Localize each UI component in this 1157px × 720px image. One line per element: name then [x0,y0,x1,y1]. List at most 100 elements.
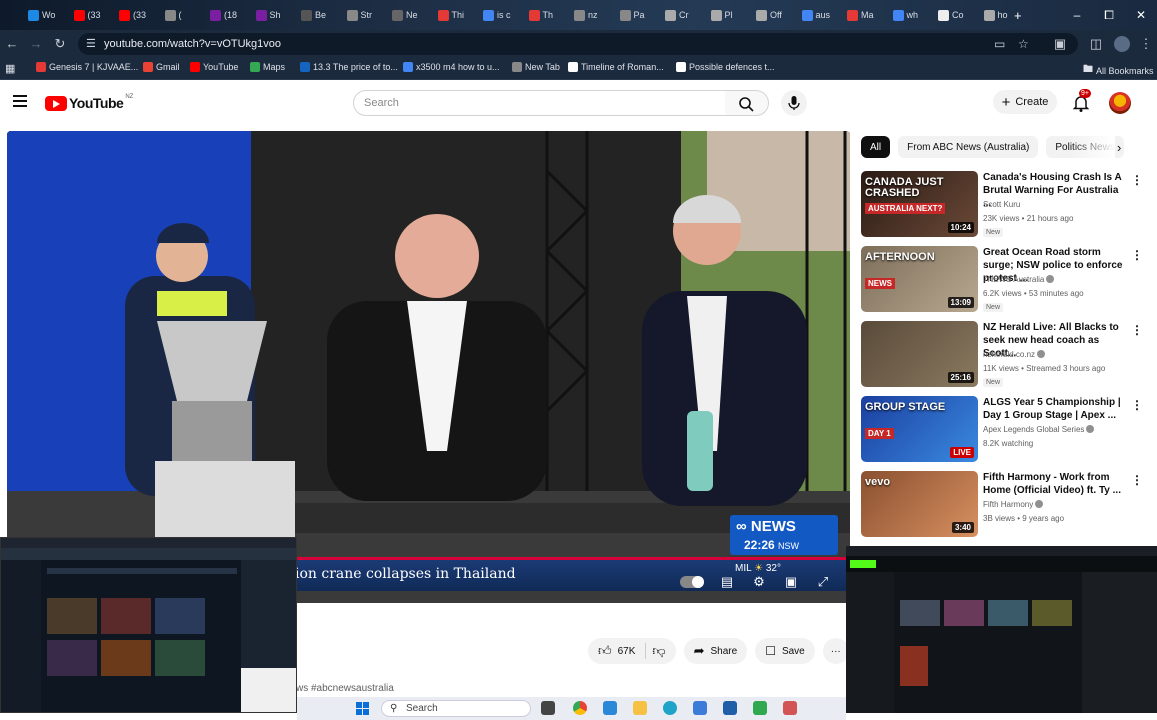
recommendation-title[interactable]: Fifth Harmony - Work from Home (Official… [983,471,1125,497]
settings-gear-icon[interactable]: ⚙ [750,575,768,589]
browser-tab[interactable]: aus [801,6,842,24]
app-icon-2[interactable] [693,701,707,715]
recommendation-item[interactable]: GROUP STAGE DAY 1 LIVE ALGS Year 5 Champion… [861,396,1149,464]
browser-tab[interactable]: Pa [619,6,660,24]
browser-tab[interactable]: Be [301,6,341,24]
browser-tab[interactable]: Sh [255,6,296,24]
create-button[interactable]: + Create [993,90,1057,114]
save-button[interactable]: ☐ Save [755,638,815,664]
search-button[interactable] [725,90,769,116]
new-tab-button[interactable]: + [1014,6,1022,24]
avatar[interactable] [1109,92,1131,114]
channel-name[interactable]: Fifth Harmony [983,500,1044,509]
video-thumbnail[interactable]: GROUP STAGE DAY 1 LIVE [861,396,978,462]
youtube-logo[interactable]: YouTube NZ [45,94,133,111]
minimize-button[interactable]: – [1061,0,1093,30]
app-icon-3[interactable] [723,701,737,715]
search-input[interactable]: Search [353,90,726,116]
app-icon-1[interactable] [603,701,617,715]
captions-icon[interactable]: ▤ [718,575,736,589]
channel-name[interactable]: Apex Legends Global Series [983,425,1095,434]
browser-tab[interactable]: (33 [73,6,114,24]
video-player[interactable]: ∞ NEWS 22:26 NSW ion crane collapses in … [7,131,850,603]
recommendation-item[interactable]: AFTERNOON NEWS 13:09 Great Ocean Road storm… [861,246,1149,314]
address-bar[interactable]: ☰ youtube.com/watch?v=vOTUkg1voo ▭ ☆ [78,33,1078,55]
bookmark-star-icon[interactable]: ☆ [1018,37,1029,51]
browser-tab[interactable]: nz [574,6,614,24]
bookmark-item[interactable]: New Tab [512,62,560,72]
browser-tab[interactable]: ( [164,6,205,24]
browser-tab[interactable]: Ma [847,6,887,24]
bookmark-item[interactable]: Timeline of Roman... [568,62,664,72]
close-button[interactable]: ✕ [1125,0,1157,30]
bookmark-item[interactable]: Maps [250,62,285,72]
miniplayer-icon[interactable]: ▣ [782,575,800,589]
browser-tab[interactable]: Th [528,6,569,24]
browser-tab[interactable]: Thi [437,6,478,24]
back-button[interactable]: ← [4,36,20,52]
browser-tab[interactable]: Wo [28,6,68,24]
browser-menu-icon[interactable]: ⋮ [1138,36,1154,52]
bookmark-item[interactable]: x3500 m4 how to u... [403,62,500,72]
bookmark-item[interactable]: Gmail [143,62,180,72]
sidebar-icon[interactable]: ◫ [1088,36,1104,52]
bookmark-item[interactable]: Genesis 7 | KJVAAE... [36,62,138,72]
fullscreen-icon[interactable]: ⤢ [814,575,832,589]
more-options-icon[interactable]: ⋮ [1131,398,1143,412]
channel-name[interactable]: nzherald.co.nz [983,350,1046,359]
browser-tab[interactable]: Pl [710,6,751,24]
browser-tab[interactable]: (33 [119,6,159,24]
notifications-button[interactable]: 9+ [1070,89,1092,114]
more-options-icon[interactable]: ⋮ [1131,473,1143,487]
bookmark-item[interactable]: YouTube [190,62,238,72]
share-button[interactable]: ➦ Share [683,638,748,664]
browser-tab[interactable]: is c [483,6,523,24]
browser-tab[interactable]: Cr [665,6,705,24]
apps-grid-icon[interactable]: ▦ [5,62,15,75]
more-options-icon[interactable]: ⋮ [1131,248,1143,262]
profile-icon[interactable] [1114,36,1130,52]
folder-icon[interactable] [633,701,647,715]
video-thumbnail[interactable]: 25:16 [861,321,978,387]
chevron-right-icon[interactable]: › [1117,140,1121,155]
task-view-icon[interactable] [541,701,555,715]
more-options-icon[interactable]: ⋮ [1131,323,1143,337]
maximize-button[interactable]: ⧠ [1093,0,1125,30]
channel-name[interactable]: 7NEWS Australia [983,275,1055,284]
chip-all[interactable]: All [861,136,891,158]
autoplay-toggle[interactable] [680,576,704,588]
channel-name[interactable]: Scott Kuru [983,200,1020,209]
thumbs-down-icon[interactable]: 👎︎ [652,643,665,659]
windows-start-icon[interactable] [356,702,369,715]
recommendation-item[interactable]: vevo 3:40 Fifth Harmony - Work from Home (… [861,471,1149,539]
chip-from-abc[interactable]: From ABC News (Australia) [898,136,1039,158]
video-thumbnail[interactable]: vevo 3:40 [861,471,978,537]
chrome-icon[interactable] [573,701,587,715]
description-snippet[interactable]: ws #abcnewsaustralia [296,683,394,694]
browser-tab[interactable]: Co [938,6,978,24]
video-thumbnail[interactable]: AFTERNOON NEWS 13:09 [861,246,978,312]
app-icon-5[interactable] [783,701,797,715]
forward-button[interactable]: → [28,36,44,52]
taskbar-search[interactable]: ⚲ Search [381,700,531,717]
browser-tab[interactable]: wh [892,6,933,24]
browser-tab[interactable]: Off [756,6,796,24]
more-actions-button[interactable]: ··· [822,638,849,664]
all-bookmarks[interactable]: 🖿 All Bookmarks [1083,62,1154,79]
hamburger-icon[interactable] [13,95,27,107]
more-options-icon[interactable]: ⋮ [1131,173,1143,187]
site-info-icon[interactable]: ☰ [86,37,96,50]
recommendation-item[interactable]: CANADA JUST CRASHED AUSTRALIA NEXT? 10:24 C… [861,171,1149,239]
browser-tab[interactable]: Ne [392,6,432,24]
install-app-icon[interactable]: ▭ [994,37,1005,51]
voice-search-button[interactable] [781,90,807,116]
browser-tab[interactable]: (18 [210,6,250,24]
bookmark-item[interactable]: 13.3 The price of to... [300,62,398,72]
bookmark-item[interactable]: Possible defences t... [676,62,775,72]
edge-icon[interactable] [663,701,677,715]
app-icon-4[interactable] [753,701,767,715]
extensions-icon[interactable]: ▣ [1052,36,1068,52]
recommendation-item[interactable]: 25:16 NZ Herald Live: All Blacks to seek … [861,321,1149,389]
recommendation-title[interactable]: ALGS Year 5 Championship | Day 1 Group S… [983,396,1125,422]
like-button[interactable]: 👍︎ 67K 👎︎ [588,638,676,664]
